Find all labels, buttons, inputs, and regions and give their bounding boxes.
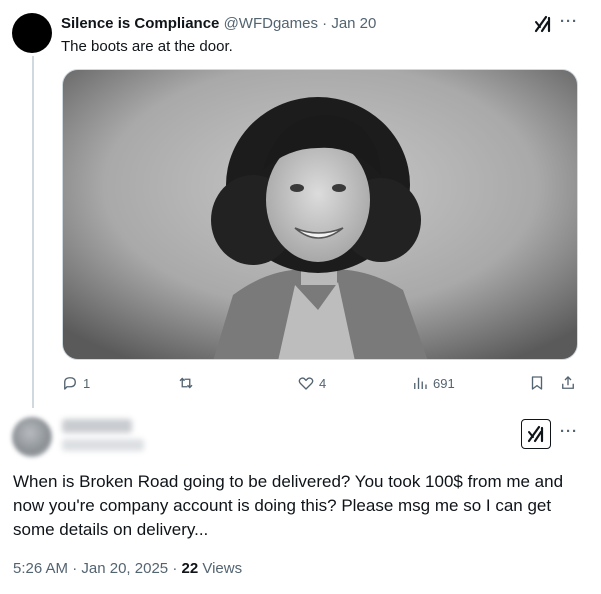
reply-icon [64, 377, 76, 390]
avatar-redacted[interactable] [12, 417, 52, 457]
tweet-text: The boots are at the door. [61, 38, 233, 55]
tweet-time[interactable]: 5:26 AM [13, 560, 68, 577]
reply-button[interactable]: 1 [61, 372, 90, 394]
author-handle-redacted [62, 439, 144, 451]
bookmark-icon [531, 376, 543, 390]
tweet-text: When is Broken Road going to be delivere… [13, 472, 564, 539]
repost-icon [179, 377, 193, 389]
share-button[interactable] [559, 372, 577, 394]
separator: · [172, 560, 178, 577]
bookmark-button[interactable] [528, 372, 546, 394]
grok-button[interactable] [521, 419, 551, 449]
author-handle[interactable]: @WFDgames [224, 15, 318, 32]
more-icon[interactable]: ··· [559, 424, 579, 445]
views-count: 691 [433, 375, 455, 391]
tweet-header: Silence is Compliance @WFDgames · Jan 20 [61, 15, 376, 32]
tweet-date[interactable]: Jan 20 [331, 15, 376, 32]
heart-icon [298, 377, 314, 390]
reply-count: 1 [83, 375, 91, 391]
separator: · [72, 560, 78, 577]
like-count: 4 [319, 375, 327, 391]
portrait-image [63, 70, 577, 359]
grok-icon[interactable] [533, 14, 553, 34]
tweet-actions: 1 4 691 [61, 372, 581, 394]
author-name-redacted [62, 419, 132, 433]
tweet-reply[interactable]: ··· When is Broken Road going to be deli… [0, 405, 601, 594]
more-icon[interactable]: ··· [559, 14, 579, 35]
repost-button[interactable] [177, 372, 199, 394]
tweet-photo[interactable] [62, 69, 578, 360]
separator: · [322, 15, 328, 32]
share-icon [562, 376, 574, 389]
views-icon [414, 377, 427, 389]
grok-icon [527, 425, 544, 443]
avatar[interactable] [12, 13, 52, 53]
views-count: 22 [181, 560, 199, 577]
views-button[interactable]: 691 [411, 372, 455, 394]
tweet-original[interactable]: Silence is Compliance @WFDgames · Jan 20… [0, 0, 601, 405]
tweet-date[interactable]: Jan 20, 2025 [81, 560, 168, 577]
like-button[interactable]: 4 [297, 372, 326, 394]
views-label: Views [202, 560, 243, 577]
tweet-metadata: 5:26 AM · Jan 20, 2025 · 22 Views [13, 560, 242, 577]
author-name[interactable]: Silence is Compliance [61, 15, 219, 32]
